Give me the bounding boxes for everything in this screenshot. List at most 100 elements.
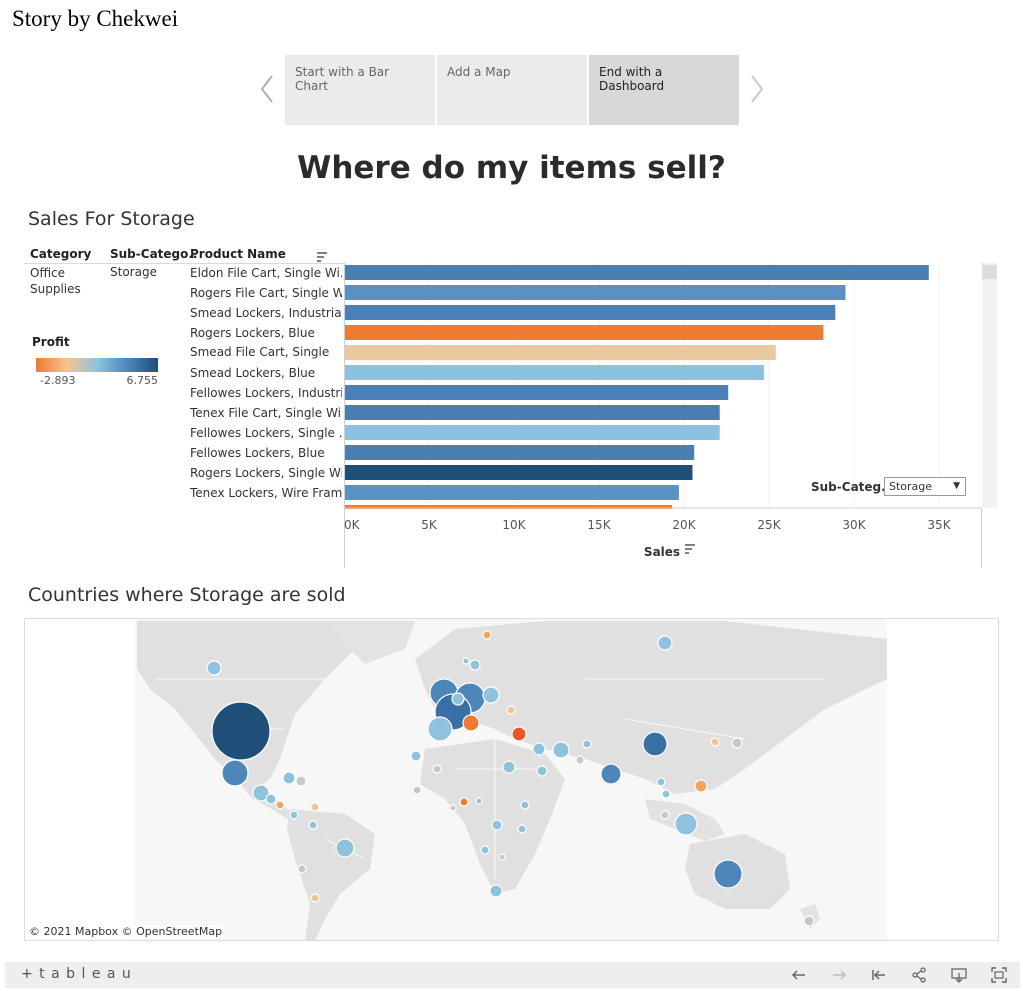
subcategory-filter-label: Sub-Categ...	[811, 480, 895, 494]
bubble-vietnam	[661, 789, 671, 799]
bubble-spain	[427, 716, 453, 742]
category-line: Supplies	[30, 282, 81, 296]
bubble-south-africa	[489, 884, 503, 898]
bubble-honduras	[265, 793, 277, 805]
x-tick-label: 25K	[757, 518, 781, 532]
bubble-cameroon	[475, 797, 483, 805]
bar[interactable]	[344, 385, 729, 400]
bubble-guatemala	[275, 800, 285, 810]
bubble-south-korea	[731, 737, 743, 749]
tableau-logo[interactable]: + t a b l e a u	[21, 966, 132, 982]
profit-legend-title: Profit	[32, 335, 70, 349]
bubble-dominican-rep	[295, 775, 307, 787]
subcategory-filter-dropdown[interactable]: Storage ▼	[884, 477, 966, 496]
product-name: Rogers File Cart, Single W..	[190, 286, 342, 300]
bubble-afghanistan	[582, 739, 592, 749]
bubble-netherlands	[451, 692, 465, 706]
bubble-morocco	[410, 750, 422, 762]
bar[interactable]	[344, 365, 764, 380]
bar[interactable]	[344, 265, 929, 280]
story-point-label: Add a Map	[447, 65, 511, 79]
scrollbar-track	[982, 263, 997, 508]
viz-toolbar: + t a b l e a u	[5, 962, 1020, 988]
map-attribution[interactable]: © 2021 Mapbox © OpenStreetMap	[29, 925, 223, 938]
world-map[interactable]: © 2021 Mapbox © OpenStreetMap	[24, 618, 999, 941]
header-product-name[interactable]: Product Name	[190, 247, 286, 261]
world-map-canvas	[25, 619, 998, 940]
x-tick-label: 30K	[842, 518, 866, 532]
bubble-iran	[552, 741, 570, 759]
category-line: Office	[30, 266, 66, 280]
x-axis-title: Sales	[644, 545, 680, 559]
bubble-norway	[462, 657, 470, 665]
bubble-dr-congo	[491, 819, 503, 831]
fullscreen-icon[interactable]	[987, 962, 1011, 988]
bar[interactable]	[344, 425, 720, 440]
product-name: Tenex File Cart, Single Wi..	[190, 406, 342, 420]
bar[interactable]	[344, 445, 695, 460]
bubble-brazil	[335, 838, 355, 858]
bubble-sweden	[469, 659, 481, 671]
product-name: Tenex Lockers, Wire Frame	[190, 486, 342, 500]
legend-max-label: 6,755	[126, 374, 159, 384]
x-tick-label: 20K	[672, 518, 696, 532]
bubble-venezuela	[310, 802, 320, 812]
bar[interactable]	[344, 345, 776, 360]
profit-legend-gradient[interactable]	[36, 358, 158, 372]
product-name: Rogers Lockers, Blue	[190, 326, 315, 340]
bar[interactable]	[344, 305, 836, 320]
bubble-thailand	[656, 777, 666, 787]
bubble-kenya	[520, 800, 530, 810]
story-point-dashboard[interactable]: End with a Dashboard	[589, 55, 739, 125]
bubble-italy	[462, 714, 480, 732]
caret-down-icon: ▼	[953, 481, 960, 491]
bar[interactable]	[344, 465, 693, 480]
bubble-australia	[713, 859, 743, 889]
sort-descending-icon[interactable]	[316, 248, 328, 267]
download-icon[interactable]	[947, 962, 971, 988]
bar[interactable]	[344, 325, 824, 340]
story-point-map[interactable]: Add a Map	[437, 55, 587, 125]
sales-sheet-title: Sales For Storage	[28, 208, 195, 230]
product-name: Fellowes Lockers, Single ..	[190, 426, 342, 440]
product-name: Fellowes Lockers, Blue	[190, 446, 325, 460]
legend-min-label: -2,893	[40, 374, 76, 384]
chevron-right-icon[interactable]	[748, 72, 766, 114]
bubble-egypt	[502, 760, 516, 774]
undo-icon[interactable]	[787, 962, 811, 988]
bubble-canada-west	[206, 660, 222, 676]
subcategory-value: Storage	[110, 265, 157, 279]
header-subcategory[interactable]: Sub-Catego..	[110, 247, 198, 261]
x-tick-label: 10K	[502, 518, 526, 532]
bubble-algeria	[432, 764, 442, 774]
bubble-china	[642, 731, 668, 757]
bar[interactable]	[344, 285, 846, 300]
chevron-left-icon[interactable]	[258, 72, 276, 114]
bar[interactable]	[344, 485, 679, 500]
x-tick-label: 0K	[344, 518, 361, 532]
bubble-panama	[289, 810, 299, 820]
bubble-russia	[657, 635, 673, 651]
product-name: Rogers Lockers, Single Wi..	[190, 466, 342, 480]
product-name: Smead Lockers, Blue	[190, 366, 316, 380]
bubble-finland	[482, 630, 492, 640]
bubble-tanzania	[517, 824, 527, 834]
bubble-pakistan	[575, 755, 585, 765]
revert-icon[interactable]	[867, 962, 891, 988]
sales-bar-chart: 0K 5K 10K 15K 20K 25K 30K 35K Sales	[344, 263, 997, 568]
bar[interactable]	[344, 405, 720, 420]
product-name: Eldon File Cart, Single Wi..	[190, 266, 342, 280]
bubble-united-states	[211, 701, 271, 761]
header-category[interactable]: Category	[30, 247, 91, 261]
bubble-saudi-arabia	[536, 765, 548, 777]
story-point-bar-chart[interactable]: Start with a Bar Chart	[285, 55, 435, 125]
story-title: Story by Chekwei	[12, 6, 179, 31]
bubble-nigeria	[459, 797, 469, 807]
product-name: Fellowes Lockers, Industri..	[190, 386, 342, 400]
sort-descending-icon	[685, 544, 695, 554]
share-icon[interactable]	[907, 962, 931, 988]
bubble-peru	[297, 864, 307, 874]
profit-legend-labels: -2,893 6,755	[36, 372, 160, 384]
redo-icon[interactable]	[827, 962, 851, 988]
bubble-japan	[710, 737, 720, 747]
